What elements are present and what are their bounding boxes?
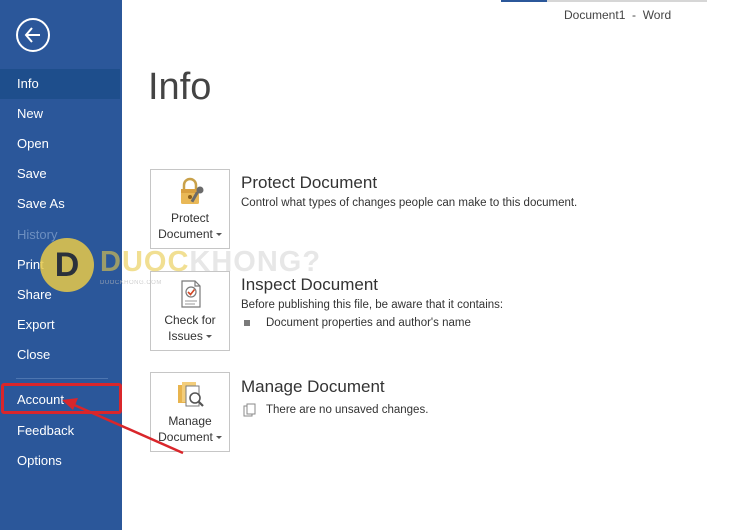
back-button[interactable]: [16, 18, 50, 52]
watermark-logo: D: [40, 238, 94, 292]
nav-save[interactable]: Save: [0, 159, 120, 189]
manage-document-button[interactable]: Manage Document: [150, 372, 230, 452]
check-for-issues-button[interactable]: Check for Issues: [150, 271, 230, 351]
watermark-letter: D: [54, 246, 80, 284]
dropdown-caret-icon: [215, 233, 222, 237]
protect-document-description: Control what types of changes people can…: [241, 197, 578, 209]
nav-new[interactable]: New: [0, 99, 120, 129]
page-title: Info: [148, 66, 212, 108]
nav-feedback[interactable]: Feedback: [0, 416, 120, 446]
tile-label-line2: Issues: [168, 329, 203, 343]
watermark-subtext: DUOCKHONG.COM: [100, 280, 162, 286]
nav-open[interactable]: Open: [0, 129, 120, 159]
watermark-text-part1: DUOC: [100, 246, 190, 278]
title-accent-bar: [501, 0, 547, 2]
nav-export[interactable]: Export: [0, 310, 120, 340]
nav-options[interactable]: Options: [0, 446, 120, 476]
nav-info[interactable]: Info: [0, 69, 120, 99]
manage-document-title: Manage Document: [241, 377, 385, 396]
protect-document-button[interactable]: Protect Document: [150, 169, 230, 249]
document-pages-icon: [243, 403, 256, 417]
account-highlight-box: [1, 383, 122, 414]
padlock-key-icon: [181, 177, 204, 204]
sidebar-divider: [16, 378, 108, 379]
nav-close[interactable]: Close: [0, 340, 120, 370]
manage-document-note: There are no unsaved changes.: [266, 404, 429, 416]
inspect-bullet-item: Document properties and author's name: [266, 317, 471, 329]
nav-save-as[interactable]: Save As: [0, 189, 120, 219]
document-check-icon: [181, 280, 201, 308]
dropdown-caret-icon: [205, 335, 212, 339]
window-title: Document1 - Word: [564, 8, 672, 22]
tile-label-line1: Manage: [168, 414, 212, 428]
dropdown-caret-icon: [215, 436, 222, 440]
tile-label-line1: Protect: [170, 211, 209, 225]
tile-label-line2: Document: [158, 227, 213, 241]
tile-label-line2: Document: [158, 430, 213, 444]
manage-document-icon: [178, 382, 204, 407]
protect-document-title: Protect Document: [241, 173, 378, 192]
inspect-document-description: Before publishing this file, be aware th…: [241, 299, 504, 311]
watermark-text: DUOCKHONG?: [100, 246, 321, 279]
title-accent-bar-gray: [547, 0, 707, 2]
tile-label-line1: Check for: [164, 313, 216, 327]
watermark-text-part2: KHONG?: [189, 246, 322, 278]
back-arrow-icon: [24, 27, 40, 43]
bullet-icon: [244, 320, 250, 326]
